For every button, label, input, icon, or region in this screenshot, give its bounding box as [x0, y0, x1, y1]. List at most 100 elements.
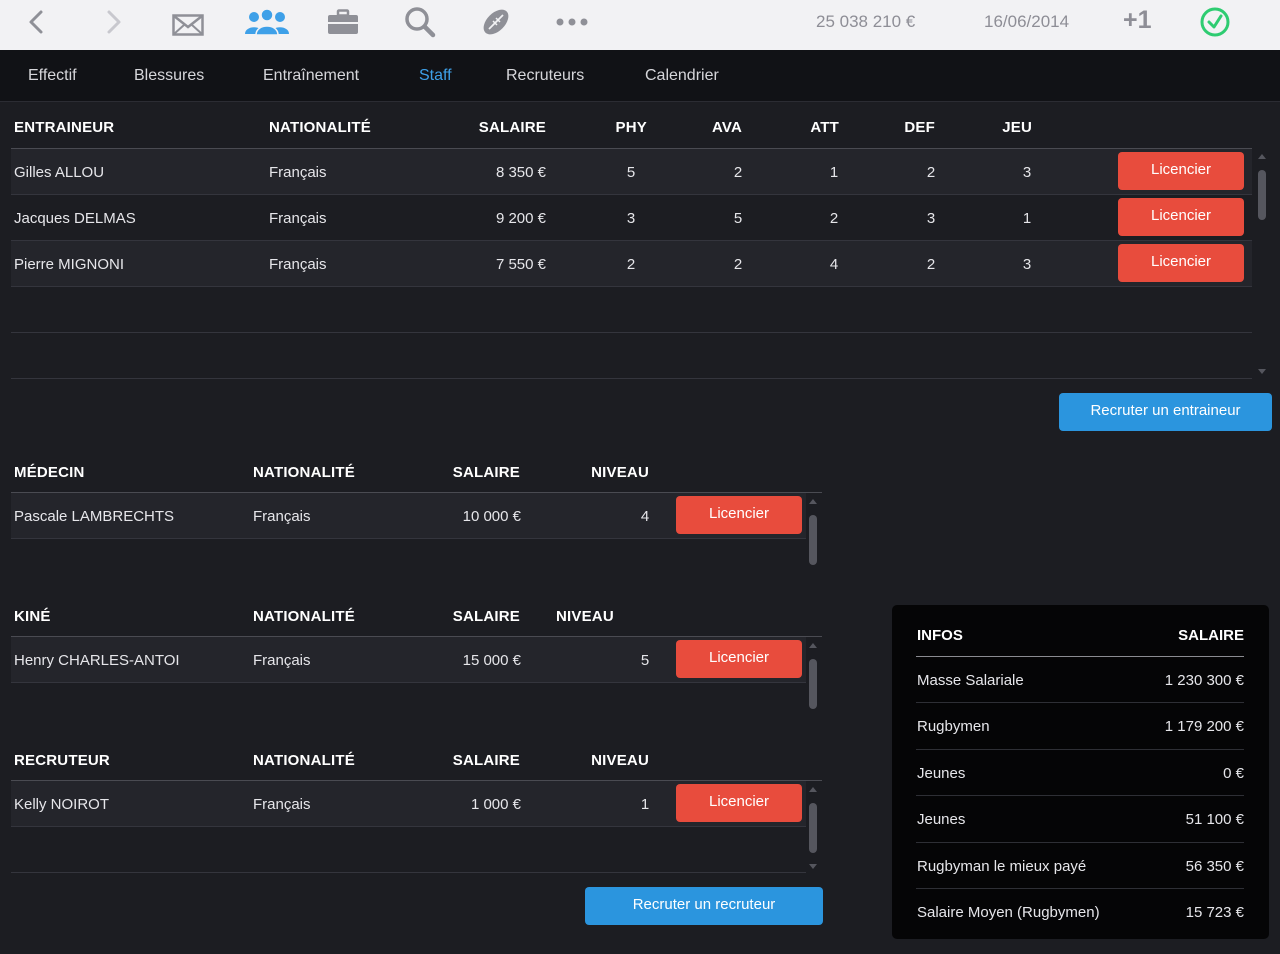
info-label: Masse Salariale	[917, 672, 1024, 689]
more-icon[interactable]	[552, 0, 592, 44]
fire-coach-button[interactable]: Licencier	[1118, 198, 1244, 236]
info-value: 1 230 300 €	[1164, 672, 1244, 689]
tab-entrainement[interactable]: Entraînement	[263, 67, 359, 85]
coach-ava: 5	[733, 210, 743, 227]
physio-scrollbar[interactable]	[806, 639, 820, 711]
scroll-thumb[interactable]	[809, 659, 817, 709]
team-icon[interactable]	[243, 0, 291, 44]
col-header-nationality: NATIONALITÉ	[253, 464, 355, 481]
current-date: 16/06/2014	[984, 12, 1070, 31]
info-value: 1 179 200 €	[1164, 718, 1244, 735]
info-label: Jeunes	[917, 811, 966, 828]
back-arrow-icon[interactable]	[22, 0, 50, 44]
fire-scout-button[interactable]: Licencier	[676, 784, 802, 822]
table-row[interactable]: Pierre MIGNONI Français 7 550 € 2 2 4 2 …	[11, 241, 1252, 287]
empty-row	[11, 287, 1252, 333]
info-value: 51 100 €	[1185, 811, 1244, 828]
scroll-thumb[interactable]	[809, 803, 817, 853]
coach-salary: 7 550 €	[495, 256, 546, 273]
infos-header-label: INFOS	[917, 627, 963, 644]
coach-ava: 2	[733, 256, 743, 273]
coach-nationality: Français	[269, 164, 327, 181]
info-label: Rugbymen	[917, 718, 990, 735]
table-row[interactable]: Pascale LAMBRECHTS Français 10 000 € 4 L…	[11, 493, 806, 539]
coach-phy: 3	[626, 210, 636, 227]
scroll-up-icon[interactable]	[809, 643, 817, 648]
col-header-salary: SALAIRE	[478, 119, 546, 136]
tab-effectif[interactable]: Effectif	[28, 67, 77, 85]
tab-blessures[interactable]: Blessures	[134, 67, 204, 85]
coach-att: 2	[829, 210, 839, 227]
staff-salary: 1 000 €	[470, 796, 521, 813]
info-value: 0 €	[1223, 765, 1244, 782]
coach-jeu: 1	[1022, 210, 1032, 227]
col-header-ava: AVA	[711, 119, 742, 136]
staff-nationality: Français	[253, 508, 311, 525]
col-header-level: NIVEAU	[591, 752, 649, 769]
col-header-salary: SALAIRE	[452, 752, 520, 769]
salary-info-panel: INFOS SALAIRE Masse Salariale 1 230 300 …	[892, 605, 1269, 939]
empty-row	[11, 827, 806, 873]
info-row: Rugbymen 1 179 200 €	[916, 702, 1244, 748]
scroll-down-icon[interactable]	[1258, 369, 1266, 374]
advance-day-button[interactable]: +1	[1123, 6, 1152, 35]
staff-name: Henry CHARLES-ANTOI	[14, 652, 180, 669]
fire-coach-button[interactable]: Licencier	[1118, 244, 1244, 282]
fire-doctor-button[interactable]: Licencier	[676, 496, 802, 534]
col-header-phy: PHY	[615, 119, 647, 136]
coach-def: 3	[926, 210, 936, 227]
col-header-salary: SALAIRE	[452, 464, 520, 481]
col-header-nationality: NATIONALITÉ	[253, 752, 355, 769]
scroll-up-icon[interactable]	[809, 499, 817, 504]
table-row[interactable]: Jacques DELMAS Français 9 200 € 3 5 2 3 …	[11, 195, 1252, 241]
staff-level: 4	[640, 508, 650, 525]
table-row[interactable]: Gilles ALLOU Français 8 350 € 5 2 1 2 3 …	[11, 149, 1252, 195]
scroll-up-icon[interactable]	[809, 787, 817, 792]
scroll-down-icon[interactable]	[809, 864, 817, 869]
tab-recruteurs[interactable]: Recruteurs	[506, 67, 584, 85]
info-row: Jeunes 0 €	[916, 749, 1244, 795]
section-tabs: Effectif Blessures Entraînement Staff Re…	[0, 50, 1280, 102]
col-header-level: NIVEAU	[556, 608, 614, 625]
coaches-scrollbar[interactable]	[1255, 150, 1269, 378]
forward-arrow-icon[interactable]	[100, 0, 128, 44]
col-header-att: ATT	[810, 119, 839, 136]
budget-value: 25 038 210 €	[816, 12, 916, 31]
tab-staff[interactable]: Staff	[419, 67, 452, 85]
info-row: Rugbyman le mieux payé 56 350 €	[916, 842, 1244, 888]
tab-calendrier[interactable]: Calendrier	[645, 67, 719, 85]
recruit-scout-button[interactable]: Recruter un recruteur	[585, 887, 823, 925]
col-header-coach: ENTRAINEUR	[14, 119, 115, 136]
search-icon[interactable]	[402, 0, 438, 44]
fire-coach-button[interactable]: Licencier	[1118, 152, 1244, 190]
col-header-physio: KINÉ	[14, 608, 51, 625]
coach-def: 2	[926, 256, 936, 273]
staff-name: Pascale LAMBRECHTS	[14, 508, 175, 525]
staff-nationality: Français	[253, 652, 311, 669]
staff-name: Kelly NOIROT	[14, 796, 110, 813]
coach-att: 4	[829, 256, 839, 273]
col-header-def: DEF	[904, 119, 935, 136]
coach-name: Jacques DELMAS	[14, 210, 136, 227]
coach-name: Gilles ALLOU	[14, 164, 105, 181]
staff-nationality: Français	[253, 796, 311, 813]
col-header-jeu: JEU	[1002, 119, 1032, 136]
info-row: Salaire Moyen (Rugbymen) 15 723 €	[916, 888, 1244, 934]
briefcase-icon[interactable]	[325, 0, 361, 44]
check-clock-icon[interactable]	[1198, 0, 1232, 44]
table-row[interactable]: Henry CHARLES-ANTOI Français 15 000 € 5 …	[11, 637, 806, 683]
fire-physio-button[interactable]: Licencier	[676, 640, 802, 678]
mail-icon[interactable]	[170, 3, 206, 47]
table-row[interactable]: Kelly NOIROT Français 1 000 € 1 Licencie…	[11, 781, 806, 827]
doctor-scrollbar[interactable]	[806, 495, 820, 567]
coach-jeu: 3	[1022, 256, 1032, 273]
scroll-up-icon[interactable]	[1258, 154, 1266, 159]
scout-scrollbar[interactable]	[806, 783, 820, 873]
scroll-thumb[interactable]	[1258, 170, 1266, 220]
info-row: Jeunes 51 100 €	[916, 795, 1244, 841]
col-header-salary: SALAIRE	[452, 608, 520, 625]
recruit-coach-button[interactable]: Recruter un entraineur	[1059, 393, 1272, 431]
scroll-thumb[interactable]	[809, 515, 817, 565]
coach-phy: 2	[626, 256, 636, 273]
rugby-ball-icon[interactable]	[478, 0, 514, 44]
